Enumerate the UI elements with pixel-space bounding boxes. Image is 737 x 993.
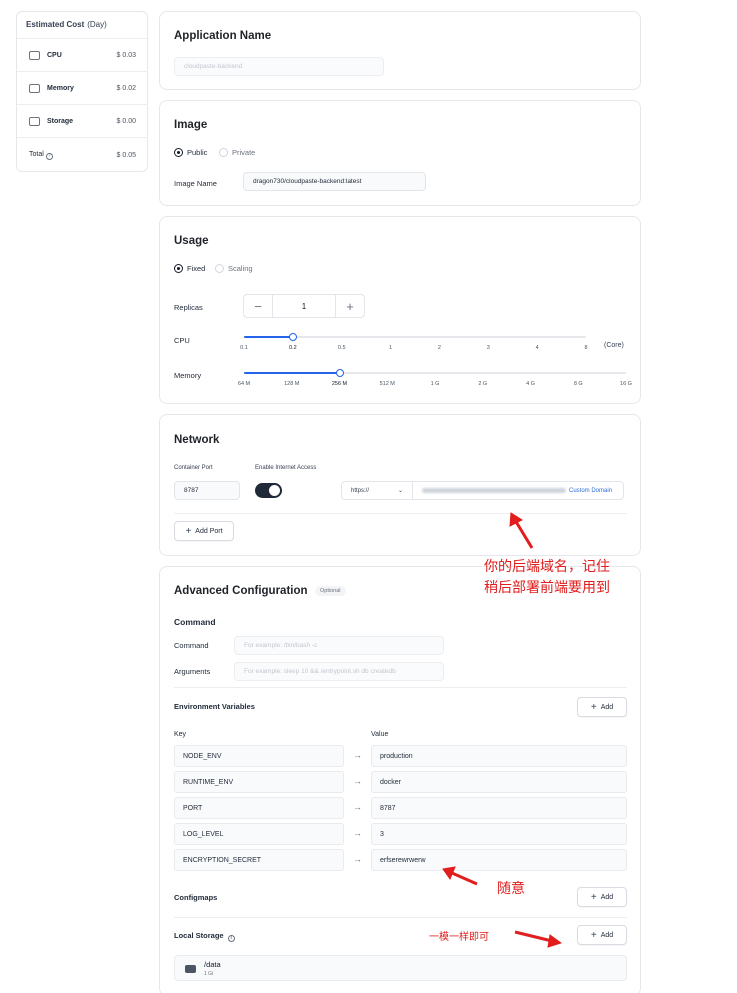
annotation-arrow-domain: [513, 519, 534, 549]
annotation-arrow-secret: [451, 871, 478, 886]
annotation-secret: 随意: [497, 880, 525, 896]
annotation-domain-line1: 你的后端域名，记住: [484, 558, 610, 574]
annotation-arrowhead-storage: [547, 934, 563, 948]
annotation-arrow-storage: [514, 930, 553, 943]
annotation-overlay: [442, 512, 563, 948]
annotation-storage: 一模一样即可: [429, 932, 489, 943]
annotation-domain-line2: 稍后部署前端要用到: [484, 579, 610, 595]
